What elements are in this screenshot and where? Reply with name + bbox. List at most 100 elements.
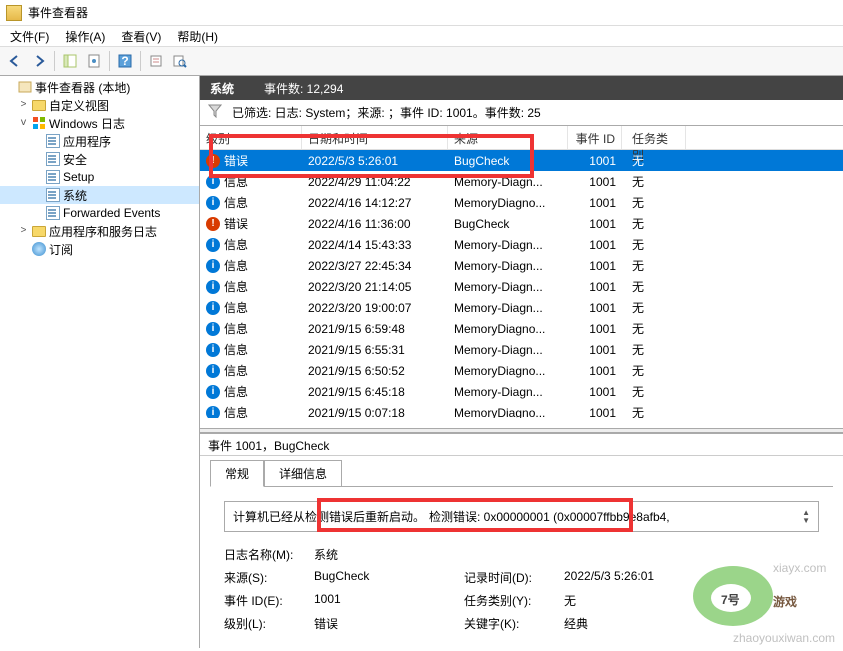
cell-eventid: 1001 [568, 175, 622, 189]
show-tree-button[interactable] [59, 50, 81, 72]
tab-general[interactable]: 常规 [210, 460, 264, 487]
cell-eventid: 1001 [568, 196, 622, 210]
cell-eventid: 1001 [568, 259, 622, 273]
tree-app-service-logs[interactable]: >应用程序和服务日志 [0, 222, 199, 240]
menu-action[interactable]: 操作(A) [59, 26, 111, 47]
event-row[interactable]: !错误2022/4/16 11:36:00BugCheck1001无 [200, 213, 843, 234]
tree-application[interactable]: 应用程序 [0, 132, 199, 150]
cell-level: 错误 [224, 152, 248, 169]
cell-date: 2021/9/15 6:50:52 [302, 364, 448, 378]
funnel-icon[interactable] [208, 104, 222, 121]
cell-source: MemoryDiagno... [448, 196, 568, 210]
cell-taskcat: 无 [622, 320, 686, 337]
filter-bar: 已筛选: 日志: System；来源: ；事件 ID: 1001。事件数: 25 [200, 100, 843, 126]
label-taskcat: 任务类别(Y): [464, 592, 564, 609]
event-row[interactable]: i信息2021/9/15 0:07:18MemoryDiagno...1001无 [200, 402, 843, 418]
event-row[interactable]: i信息2022/4/14 15:43:33Memory-Diagn...1001… [200, 234, 843, 255]
event-row[interactable]: i信息2022/3/20 21:14:05Memory-Diagn...1001… [200, 276, 843, 297]
cell-taskcat: 无 [622, 194, 686, 211]
cell-taskcat: 无 [622, 341, 686, 358]
back-button[interactable] [4, 50, 26, 72]
filter-text: 已筛选: 日志: System；来源: ；事件 ID: 1001。事件数: 25 [232, 104, 541, 121]
nav-tree[interactable]: 事件查看器 (本地) >自定义视图 vWindows 日志 应用程序 安全 Se… [0, 76, 200, 648]
menu-help[interactable]: 帮助(H) [171, 26, 224, 47]
cell-eventid: 1001 [568, 301, 622, 315]
general-panel: 计算机已经从检测错误后重新启动。 检测错误: 0x00000001 (0x000… [210, 486, 833, 642]
info-icon: i [206, 406, 220, 419]
list-header[interactable]: 级别 日期和时间 来源 事件 ID 任务类别 [200, 126, 843, 150]
menu-view[interactable]: 查看(V) [115, 26, 167, 47]
event-list[interactable]: !错误2022/5/3 5:26:01BugCheck1001无i信息2022/… [200, 150, 843, 418]
cell-taskcat: 无 [622, 236, 686, 253]
cell-taskcat: 无 [622, 278, 686, 295]
cell-taskcat: 无 [622, 173, 686, 190]
find-button[interactable] [169, 50, 191, 72]
cell-level: 信息 [224, 383, 248, 400]
spin-up-icon[interactable]: ▲ [802, 509, 810, 516]
event-row[interactable]: i信息2021/9/15 6:45:18Memory-Diagn...1001无 [200, 381, 843, 402]
cell-source: MemoryDiagno... [448, 364, 568, 378]
value-logged: 2022/5/3 5:26:01 [564, 569, 819, 586]
folder-icon [31, 224, 47, 238]
cell-eventid: 1001 [568, 364, 622, 378]
info-icon: i [206, 301, 220, 315]
cell-date: 2022/4/29 11:04:22 [302, 175, 448, 189]
event-row[interactable]: i信息2021/9/15 6:50:52MemoryDiagno...1001无 [200, 360, 843, 381]
cell-taskcat: 无 [622, 383, 686, 400]
windows-icon [31, 116, 47, 130]
cell-level: 信息 [224, 236, 248, 253]
cell-level: 信息 [224, 173, 248, 190]
value-level: 错误 [314, 615, 464, 632]
spin-down-icon[interactable]: ▼ [802, 517, 810, 524]
log-icon [45, 188, 61, 202]
event-row[interactable]: i信息2022/4/29 11:04:22Memory-Diagn...1001… [200, 171, 843, 192]
tree-forwarded[interactable]: Forwarded Events [0, 204, 199, 222]
label-eventid: 事件 ID(E): [224, 592, 314, 609]
value-eventid: 1001 [314, 592, 464, 609]
tree-custom-views[interactable]: >自定义视图 [0, 96, 199, 114]
log-icon [45, 206, 61, 220]
cell-source: MemoryDiagno... [448, 322, 568, 336]
tree-system[interactable]: 系统 [0, 186, 199, 204]
tree-setup[interactable]: Setup [0, 168, 199, 186]
message-scroll[interactable]: ▲▼ [802, 509, 810, 524]
properties-button[interactable] [83, 50, 105, 72]
label-logged: 记录时间(D): [464, 569, 564, 586]
header-count: 事件数: 12,294 [264, 80, 343, 97]
col-eventid[interactable]: 事件 ID [568, 126, 622, 149]
event-row[interactable]: i信息2022/4/16 14:12:27MemoryDiagno...1001… [200, 192, 843, 213]
filter-button[interactable] [145, 50, 167, 72]
event-message-box: 计算机已经从检测错误后重新启动。 检测错误: 0x00000001 (0x000… [224, 501, 819, 532]
tree-windows-logs[interactable]: vWindows 日志 [0, 114, 199, 132]
label-logname: 日志名称(M): [224, 546, 314, 563]
forward-button[interactable] [28, 50, 50, 72]
cell-taskcat: 无 [622, 362, 686, 379]
help-button[interactable]: ? [114, 50, 136, 72]
col-date[interactable]: 日期和时间 [302, 126, 448, 149]
cell-level: 信息 [224, 194, 248, 211]
event-row[interactable]: i信息2022/3/20 19:00:07Memory-Diagn...1001… [200, 297, 843, 318]
cell-level: 错误 [224, 215, 248, 232]
col-taskcat[interactable]: 任务类别 [622, 126, 686, 149]
event-row[interactable]: i信息2022/3/27 22:45:34Memory-Diagn...1001… [200, 255, 843, 276]
cell-source: Memory-Diagn... [448, 259, 568, 273]
menu-file[interactable]: 文件(F) [4, 26, 55, 47]
tree-root[interactable]: 事件查看器 (本地) [0, 78, 199, 96]
cell-level: 信息 [224, 299, 248, 316]
tab-details[interactable]: 详细信息 [264, 460, 342, 486]
log-icon [45, 170, 61, 184]
error-icon: ! [206, 217, 220, 231]
cell-date: 2021/9/15 6:59:48 [302, 322, 448, 336]
cell-taskcat: 无 [622, 404, 686, 418]
event-row[interactable]: i信息2021/9/15 6:55:31Memory-Diagn...1001无 [200, 339, 843, 360]
cell-level: 信息 [224, 320, 248, 337]
tree-security[interactable]: 安全 [0, 150, 199, 168]
tree-subscriptions[interactable]: 订阅 [0, 240, 199, 258]
event-row[interactable]: !错误2022/5/3 5:26:01BugCheck1001无 [200, 150, 843, 171]
col-level[interactable]: 级别 [200, 126, 302, 149]
cell-taskcat: 无 [622, 257, 686, 274]
event-row[interactable]: i信息2021/9/15 6:59:48MemoryDiagno...1001无 [200, 318, 843, 339]
label-source: 来源(S): [224, 569, 314, 586]
col-source[interactable]: 来源 [448, 126, 568, 149]
eventviewer-icon [17, 80, 33, 94]
